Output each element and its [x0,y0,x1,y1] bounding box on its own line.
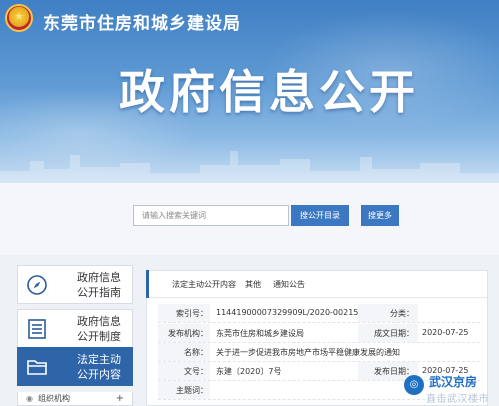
document-list-icon [28,319,46,339]
info-row-index: 索引号： 11441900007329909L/2020-00215 分类： [158,304,480,323]
tree-node-icon: ◉ [26,394,33,403]
org-value: 东莞市住房和城乡建设局 [216,329,304,338]
city-skyline-decoration [0,151,499,183]
keywords-label: 主题词： [176,386,208,395]
sidebar-item-label: 公开指南 [77,286,121,299]
compass-icon [27,275,47,295]
watermark-title: 武汉京房 [429,375,478,389]
breadcrumb-item-notice[interactable]: 通知公告 [273,279,305,290]
sidebar-item-label: 政府信息 [77,315,121,328]
sidebar-item-system[interactable]: 政府信息 公开制度 [17,309,133,348]
sidebar-subitem-label: 组织机构 [38,394,70,403]
breadcrumb-accent-bar [146,270,149,298]
sidebar-item-label: 公开制度 [77,330,121,343]
banner-title: 政府信息公开 [119,65,419,119]
sidebar-item-guide[interactable]: 政府信息 公开指南 [17,265,133,304]
breadcrumb-item-statutory[interactable]: 法定主动公开内容 [172,279,236,290]
info-row-organization: 发布机构： 东莞市住房和城乡建设局 成文日期： 2020-07-25 [158,324,480,343]
sidebar-item-statutory-content[interactable]: 法定主动 公开内容 [17,347,133,386]
doc-number-value: 东建〔2020〕7号 [216,367,282,376]
wechat-watermark: ◎ 武汉京房 直击武汉楼市 [404,371,499,406]
folder-icon [27,360,47,375]
sidebar-subitem-organization[interactable]: ◉ 组织机构 + [17,392,133,406]
org-label: 发布机构： [168,329,208,338]
index-value: 11441900007329909L/2020-00215 [216,308,359,317]
header-banner: ★ 东莞市住房和城乡建设局 政府信息公开 [0,0,499,183]
search-more-button[interactable]: 搜更多 [361,205,399,226]
info-row-name: 名称： 关于进一步促进我市房地产市场平稳健康发展的通知 [158,343,480,362]
date-value: 2020-07-25 [422,328,469,337]
watermark-subtitle: 直击武汉楼市 [426,394,489,405]
sidebar-item-label: 法定主动 [77,353,121,366]
date-label: 成文日期： [374,329,414,338]
sidebar-item-label: 政府信息 [77,271,121,284]
expand-icon[interactable]: + [116,392,124,406]
sidebar-item-label: 公开内容 [77,368,121,381]
national-emblem-icon: ★ [5,4,33,32]
name-label: 名称： [184,348,208,357]
doc-number-label: 文号： [184,367,208,376]
category-label: 分类： [390,309,414,318]
breadcrumb-item-other[interactable]: 其他 [245,279,261,290]
index-label: 索引号： [176,309,208,318]
name-value[interactable]: 关于进一步促进我市房地产市场平稳健康发展的通知 [216,347,400,358]
wechat-logo-icon: ◎ [404,375,424,395]
breadcrumb: 法定主动公开内容 其他 通知公告 [146,270,488,298]
search-input[interactable] [133,205,289,226]
site-title[interactable]: 东莞市住房和城乡建设局 [43,9,241,34]
search-directory-button[interactable]: 搜公开目录 [291,205,349,226]
